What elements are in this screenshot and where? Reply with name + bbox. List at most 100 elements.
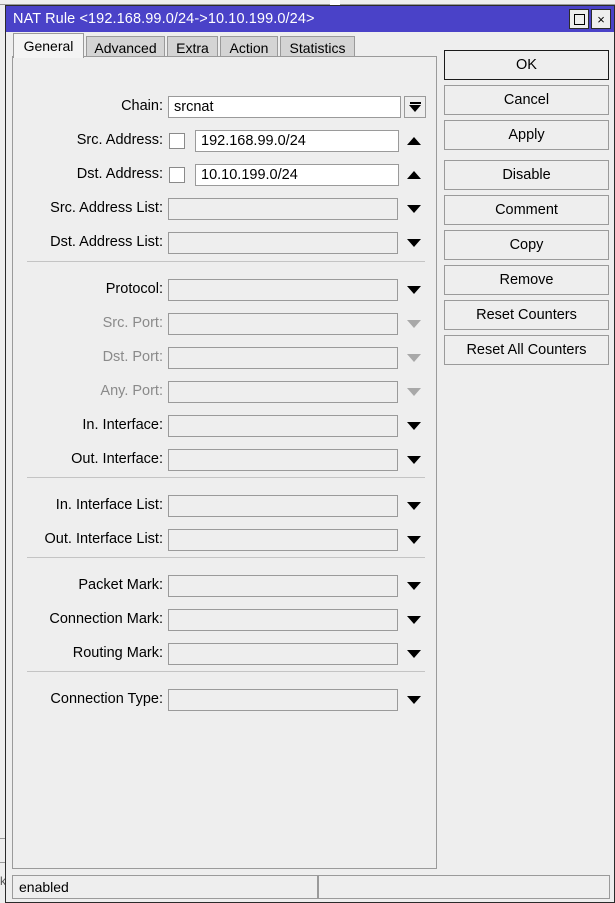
label-in-interface: In. Interface: xyxy=(82,417,163,433)
title-bar[interactable]: NAT Rule <192.168.99.0/24->10.10.199.0/2… xyxy=(6,6,614,32)
tab-general[interactable]: General xyxy=(13,33,84,58)
chevron-down-icon xyxy=(407,456,421,464)
label-packet-mark: Packet Mark: xyxy=(78,577,163,593)
dropdown-arrow-connection-type[interactable] xyxy=(405,689,423,711)
dropdown-arrow-any-port xyxy=(405,381,423,403)
label-connection-type: Connection Type: xyxy=(50,691,163,707)
dropdown-arrow-connection-mark[interactable] xyxy=(405,609,423,631)
dropdown-arrow-dst-address-list[interactable] xyxy=(405,232,423,254)
tab-action[interactable]: Action xyxy=(220,36,278,58)
label-out-interface-list: Out. Interface List: xyxy=(44,531,163,547)
status-bar: enabled xyxy=(12,875,610,899)
dropdown-arrow-out-interface[interactable] xyxy=(405,449,423,471)
chevron-down-icon xyxy=(407,696,421,704)
chevron-down-icon xyxy=(407,650,421,658)
dropdown-arrow-dst-address[interactable] xyxy=(405,164,423,186)
chevron-down-icon xyxy=(407,320,421,328)
input-chain[interactable]: srcnat xyxy=(168,96,401,118)
maximize-icon xyxy=(573,13,585,25)
window-title: NAT Rule <192.168.99.0/24->10.10.199.0/2… xyxy=(13,11,315,27)
chevron-down-icon xyxy=(407,502,421,510)
chevron-down-icon xyxy=(407,388,421,396)
chevron-down-icon xyxy=(407,286,421,294)
remove-button[interactable]: Remove xyxy=(444,265,609,295)
label-dst-port: Dst. Port: xyxy=(102,349,163,365)
chevron-down-icon xyxy=(407,422,421,430)
label-src-address: Src. Address: xyxy=(76,132,163,148)
input-connection-type[interactable] xyxy=(168,689,398,711)
close-icon: × xyxy=(597,11,605,27)
label-dst-address-list: Dst. Address List: xyxy=(50,234,163,250)
input-out-interface[interactable] xyxy=(168,449,398,471)
input-in-interface-list[interactable] xyxy=(168,495,398,517)
chevron-up-icon xyxy=(407,137,421,145)
chevron-down-icon xyxy=(407,239,421,247)
tab-extra[interactable]: Extra xyxy=(167,36,218,58)
form-separator-4 xyxy=(27,671,425,672)
label-protocol: Protocol: xyxy=(105,281,163,297)
disable-button[interactable]: Disable xyxy=(444,160,609,190)
status-left-cell: enabled xyxy=(12,875,318,899)
checkbox-dst-address[interactable] xyxy=(169,167,185,183)
input-packet-mark[interactable] xyxy=(168,575,398,597)
dropdown-arrow-src-port xyxy=(405,313,423,335)
label-src-port: Src. Port: xyxy=(102,315,163,331)
label-chain: Chain: xyxy=(121,98,163,114)
comment-button[interactable]: Comment xyxy=(444,195,609,225)
input-src-address-list[interactable] xyxy=(168,198,398,220)
dropdown-arrow-packet-mark[interactable] xyxy=(405,575,423,597)
dropdown-arrow-src-address-list[interactable] xyxy=(405,198,423,220)
chevron-down-icon xyxy=(407,536,421,544)
chevron-down-icon xyxy=(407,582,421,590)
dropdown-arrow-src-address[interactable] xyxy=(405,130,423,152)
dropdown-arrow-in-interface-list[interactable] xyxy=(405,495,423,517)
chevron-down-icon xyxy=(407,354,421,362)
label-connection-mark: Connection Mark: xyxy=(49,611,163,627)
tab-statistics[interactable]: Statistics xyxy=(280,36,355,58)
dropdown-arrow-routing-mark[interactable] xyxy=(405,643,423,665)
input-in-interface[interactable] xyxy=(168,415,398,437)
nat-rule-dialog: NAT Rule <192.168.99.0/24->10.10.199.0/2… xyxy=(5,5,615,903)
close-button[interactable]: × xyxy=(591,9,611,29)
maximize-button[interactable] xyxy=(569,9,589,29)
form-separator-3 xyxy=(27,557,425,558)
input-dst-address[interactable]: 10.10.199.0/24 xyxy=(195,164,399,186)
input-any-port xyxy=(168,381,398,403)
dropdown-bar-icon xyxy=(409,102,421,104)
label-in-interface-list: In. Interface List: xyxy=(55,497,163,513)
input-dst-address-list[interactable] xyxy=(168,232,398,254)
dropdown-button-chain[interactable] xyxy=(404,96,426,118)
label-dst-address: Dst. Address: xyxy=(76,166,163,182)
copy-button[interactable]: Copy xyxy=(444,230,609,260)
input-connection-mark[interactable] xyxy=(168,609,398,631)
form-separator-1 xyxy=(27,261,425,262)
input-dst-port xyxy=(168,347,398,369)
reset-counters-button[interactable]: Reset Counters xyxy=(444,300,609,330)
label-src-address-list: Src. Address List: xyxy=(50,200,163,216)
window-controls: × xyxy=(569,9,611,29)
dropdown-arrow-protocol[interactable] xyxy=(405,279,423,301)
form-separator-2 xyxy=(27,477,425,478)
apply-button[interactable]: Apply xyxy=(444,120,609,150)
label-out-interface: Out. Interface: xyxy=(71,451,163,467)
checkbox-src-address[interactable] xyxy=(169,133,185,149)
reset-all-counters-button[interactable]: Reset All Counters xyxy=(444,335,609,365)
chevron-down-icon xyxy=(409,105,421,112)
dropdown-arrow-dst-port xyxy=(405,347,423,369)
dropdown-arrow-out-interface-list[interactable] xyxy=(405,529,423,551)
ok-button[interactable]: OK xyxy=(444,50,609,80)
input-routing-mark[interactable] xyxy=(168,643,398,665)
chevron-down-icon xyxy=(407,205,421,213)
input-src-address[interactable]: 192.168.99.0/24 xyxy=(195,130,399,152)
input-protocol[interactable] xyxy=(168,279,398,301)
input-src-port xyxy=(168,313,398,335)
tab-advanced[interactable]: Advanced xyxy=(86,36,165,58)
chevron-up-icon xyxy=(407,171,421,179)
label-routing-mark: Routing Mark: xyxy=(72,645,163,661)
input-out-interface-list[interactable] xyxy=(168,529,398,551)
chevron-down-icon xyxy=(407,616,421,624)
dropdown-arrow-in-interface[interactable] xyxy=(405,415,423,437)
label-any-port: Any. Port: xyxy=(100,383,163,399)
status-right-cell xyxy=(318,875,610,899)
cancel-button[interactable]: Cancel xyxy=(444,85,609,115)
